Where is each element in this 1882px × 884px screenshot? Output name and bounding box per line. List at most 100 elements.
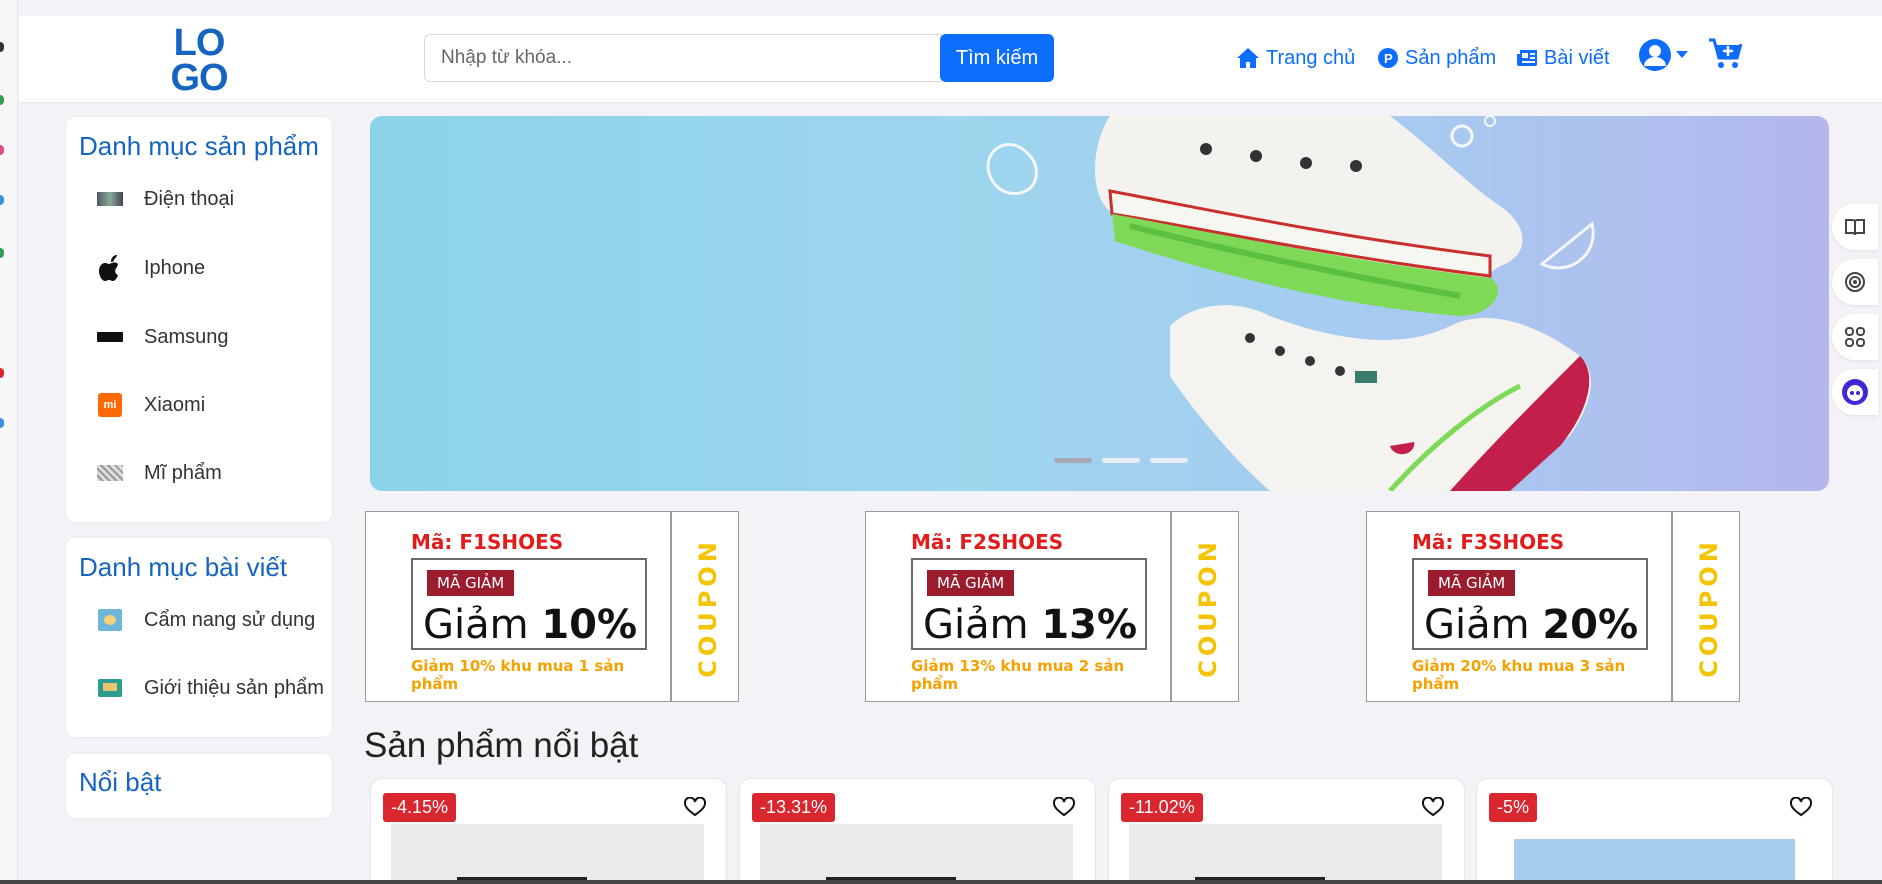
xiaomi-icon: mi <box>96 393 124 417</box>
coupon-description: Giảm 10% khu mua 1 sản phẩm <box>411 657 625 693</box>
coupon-main: Mã: F3SHOES MÃ GIẢM Giảm 20% Giảm 20% kh… <box>1366 511 1672 702</box>
category-label: Xiaomi <box>144 393 206 416</box>
broadcast-icon <box>1845 272 1865 292</box>
coupon-card[interactable]: Mã: F2SHOES MÃ GIẢM Giảm 13% Giảm 13% kh… <box>865 511 1239 702</box>
nav-products[interactable]: P Sản phẩm <box>1377 44 1496 72</box>
coupon-stub: COUPON <box>671 511 739 702</box>
coupon-tag: MÃ GIẢM <box>427 570 515 596</box>
category-item-mi-pham[interactable]: Mĩ phẩm <box>96 461 222 485</box>
discount-badge: -5% <box>1489 793 1538 822</box>
product-card[interactable]: -5% <box>1476 778 1833 884</box>
coupon-main: Mã: F2SHOES MÃ GIẢM Giảm 13% Giảm 13% kh… <box>865 511 1171 702</box>
product-category-title: Danh mục sản phẩm <box>79 131 319 161</box>
post-category-title: Danh mục bài viết <box>79 552 288 582</box>
coupon-tag: MÃ GIẢM <box>1428 570 1516 596</box>
coupon-card[interactable]: Mã: F3SHOES MÃ GIẢM Giảm 20% Giảm 20% kh… <box>1366 511 1740 702</box>
coupon-description: Giảm 13% khu mua 2 sản phẩm <box>911 657 1125 693</box>
nav-home[interactable]: Trang chủ <box>1236 44 1355 72</box>
post-category-item-intro[interactable]: Giới thiệu sản phẩm <box>96 676 324 700</box>
apps-grid-icon <box>1845 327 1865 347</box>
product-image[interactable] <box>1129 824 1442 884</box>
coupon-stub: COUPON <box>1171 511 1239 702</box>
product-card[interactable]: -13.31% <box>739 778 1096 884</box>
category-item-samsung[interactable]: Samsung <box>96 325 229 349</box>
wishlist-heart-icon[interactable] <box>1790 796 1812 822</box>
discount-badge: -4.15% <box>383 793 457 822</box>
coupon-description: Giảm 20% khu mua 3 sản phẩm <box>1412 657 1626 693</box>
edge-dot <box>0 42 4 52</box>
left-window-edge <box>0 0 18 884</box>
home-icon <box>1237 48 1259 68</box>
cosmetics-thumbnail-icon <box>96 461 124 485</box>
wishlist-heart-icon[interactable] <box>1053 796 1075 822</box>
phone-thumbnail-icon <box>96 187 124 211</box>
broadcast-tool[interactable] <box>1832 259 1878 305</box>
coupon-stub-text: COUPON <box>1695 538 1723 678</box>
category-label: Samsung <box>144 325 229 348</box>
product-category-card: Danh mục sản phẩm Điện thoại Iphone Sams… <box>65 116 333 523</box>
product-card[interactable]: -4.15% <box>370 778 727 884</box>
category-item-xiaomi[interactable]: mi Xiaomi <box>96 393 205 417</box>
coupon-discount-box: MÃ GIẢM Giảm 13% <box>911 558 1147 650</box>
book-icon <box>1845 219 1865 236</box>
coupon-discount-text: Giảm 10% <box>423 602 637 648</box>
logo-text-top: LO <box>173 22 226 64</box>
cart-plus-icon <box>1709 38 1743 68</box>
featured-card: Nổi bật <box>65 753 333 819</box>
carousel-dot-2[interactable] <box>1102 458 1140 463</box>
apps-tool[interactable] <box>1832 314 1878 360</box>
cart-button[interactable] <box>1708 38 1743 75</box>
coupon-stub-label: COUPON <box>1194 538 1222 678</box>
floating-tools <box>1832 204 1882 424</box>
nav-posts[interactable]: Bài viết <box>1516 44 1610 72</box>
site-logo[interactable]: LO GO <box>164 22 234 97</box>
category-label: Điện thoại <box>144 187 235 210</box>
assistant-bot-icon <box>1842 379 1868 405</box>
wishlist-heart-icon[interactable] <box>1422 796 1444 822</box>
coupon-code: Mã: F2SHOES <box>911 530 1064 554</box>
discount-badge: -11.02% <box>1121 793 1203 822</box>
carousel-dot-1[interactable] <box>1054 458 1092 463</box>
product-image[interactable] <box>760 824 1073 884</box>
product-icon: P <box>1378 48 1398 68</box>
hero-banner-carousel[interactable] <box>370 116 1829 491</box>
product-image[interactable] <box>391 824 704 884</box>
post-category-item-guide[interactable]: Cẩm nang sử dụng <box>96 608 315 632</box>
coupon-discount-word: Giảm <box>923 602 1029 648</box>
search-button[interactable]: Tìm kiếm <box>940 34 1054 82</box>
window-bottom-edge <box>0 880 1882 884</box>
edge-dot <box>0 145 4 155</box>
coupon-tag: MÃ GIẢM <box>927 570 1015 596</box>
search-input[interactable] <box>424 34 942 82</box>
sneakers-banner-image <box>986 116 1595 491</box>
coupon-discount-percent: 20% <box>1542 602 1639 648</box>
coupon-discount-text: Giảm 20% <box>1424 602 1638 648</box>
product-image[interactable] <box>1514 839 1795 884</box>
coupon-stub-label: COUPON <box>1695 538 1723 678</box>
search-bar <box>424 34 960 82</box>
coupon-discount-percent: 10% <box>541 602 638 648</box>
edge-dot <box>0 368 4 378</box>
apple-icon <box>96 255 124 281</box>
category-item-iphone[interactable]: Iphone <box>96 255 206 281</box>
account-menu[interactable] <box>1638 38 1688 72</box>
category-item-dien-thoai[interactable]: Điện thoại <box>96 187 234 211</box>
assistant-tool[interactable] <box>1832 369 1878 415</box>
featured-products-title: Sản phẩm nổi bật <box>364 726 639 765</box>
coupon-discount-box: MÃ GIẢM Giảm 10% <box>411 558 647 650</box>
reader-tool[interactable] <box>1832 204 1878 250</box>
featured-title[interactable]: Nổi bật <box>79 767 161 798</box>
category-label: Iphone <box>144 256 206 279</box>
product-card[interactable]: -11.02% <box>1108 778 1465 884</box>
coupon-discount-text: Giảm 13% <box>923 602 1137 648</box>
coupon-stub: COUPON <box>1672 511 1740 702</box>
carousel-dot-3[interactable] <box>1150 458 1188 463</box>
user-avatar-icon <box>1639 39 1671 71</box>
wishlist-heart-icon[interactable] <box>684 796 706 822</box>
coupon-card[interactable]: Mã: F1SHOES MÃ GIẢM Giảm 10% Giảm 10% kh… <box>365 511 739 702</box>
samsung-icon <box>96 325 124 349</box>
chevron-down-icon <box>1676 51 1688 58</box>
edge-dot <box>0 195 4 205</box>
post-category-card: Danh mục bài viết Cẩm nang sử dụng Giới … <box>65 537 333 738</box>
coupon-discount-word: Giảm <box>423 602 529 648</box>
